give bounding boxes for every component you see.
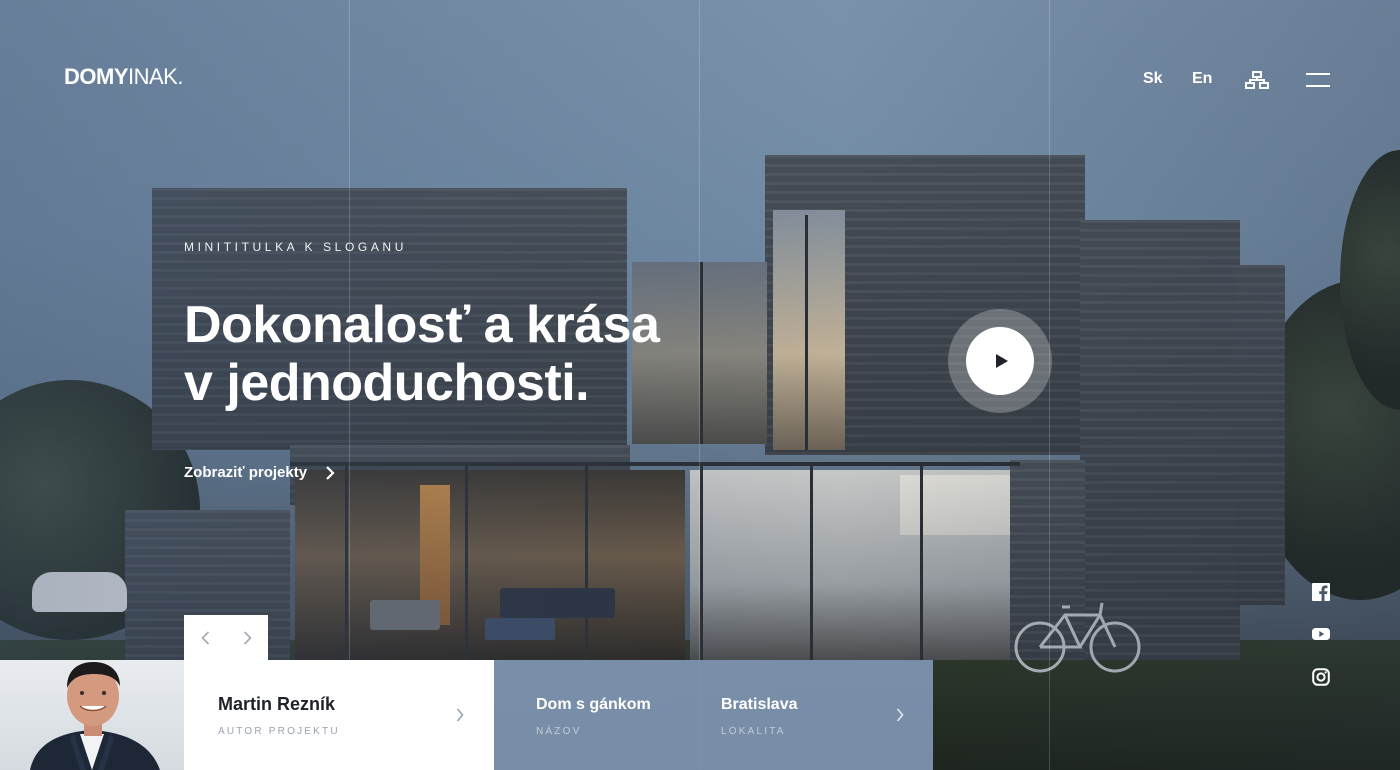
- play-video-button[interactable]: [948, 309, 1052, 413]
- youtube-icon[interactable]: [1312, 625, 1330, 643]
- facebook-icon[interactable]: [1312, 583, 1330, 601]
- site-logo[interactable]: DOMYINAK.: [64, 64, 183, 90]
- chevron-right-icon: [326, 465, 335, 480]
- chevron-left-icon: [200, 630, 209, 645]
- show-projects-link[interactable]: Zobraziť projekty: [184, 464, 335, 481]
- project-name-label: NÁZOV: [536, 726, 582, 737]
- headline-line-2: v jednoduchosti.: [184, 354, 590, 412]
- play-icon: [995, 354, 1008, 368]
- chevron-right-icon: [243, 630, 252, 645]
- project-location-label: LOKALITA: [721, 726, 786, 737]
- project-card[interactable]: Dom s gánkom NÁZOV Bratislava LOKALITA: [494, 660, 933, 770]
- author-portrait: [0, 660, 184, 770]
- lang-sk-link[interactable]: Sk: [1143, 70, 1163, 88]
- play-button-circle: [966, 327, 1034, 395]
- author-card[interactable]: Martin Rezník AUTOR PROJEKTU: [184, 660, 494, 770]
- cta-label: Zobraziť projekty: [184, 464, 308, 481]
- author-name: Martin Rezník: [218, 694, 336, 714]
- project-location: Bratislava: [721, 696, 798, 713]
- slider-prev-button[interactable]: [184, 615, 226, 660]
- slider-nav: [184, 615, 268, 660]
- hamburger-icon[interactable]: [1306, 73, 1330, 87]
- chevron-right-icon: [456, 708, 464, 722]
- grid-line: [1049, 0, 1050, 770]
- project-name: Dom s gánkom: [536, 696, 651, 713]
- hero-headline: Dokonalosť a krása v jednoduchosti.: [184, 296, 660, 412]
- chevron-right-icon: [896, 708, 904, 722]
- author-role: AUTOR PROJEKTU: [218, 726, 340, 737]
- instagram-icon[interactable]: [1312, 668, 1330, 686]
- hero-kicker: MINITITULKA K SLOGANU: [184, 240, 407, 254]
- grid-line: [699, 0, 700, 770]
- logo-light: INAK.: [128, 64, 183, 89]
- logo-bold: DOMY: [64, 64, 129, 89]
- lang-en-link[interactable]: En: [1192, 70, 1212, 88]
- sitemap-icon[interactable]: [1245, 71, 1269, 89]
- slider-next-button[interactable]: [226, 615, 268, 660]
- headline-line-1: Dokonalosť a krása: [184, 296, 660, 354]
